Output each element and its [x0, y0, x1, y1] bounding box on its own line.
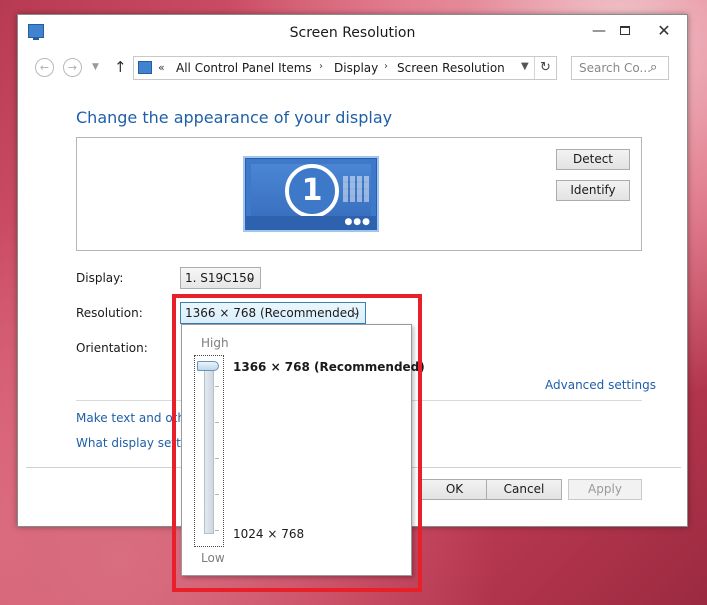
address-dropdown-icon[interactable]: ▼: [521, 61, 529, 72]
breadcrumb-separator[interactable]: ›: [319, 61, 323, 72]
display-select[interactable]: 1. S19C150 ⌄: [180, 267, 261, 289]
maximize-icon: [620, 26, 630, 35]
control-panel-icon: [138, 61, 152, 74]
breadcrumb-display[interactable]: Display: [334, 61, 378, 75]
maximize-button[interactable]: [614, 21, 636, 41]
back-button[interactable]: ←: [35, 58, 54, 77]
window-title: Screen Resolution: [289, 25, 416, 41]
close-button[interactable]: ✕: [644, 21, 684, 41]
ok-button[interactable]: OK: [419, 479, 490, 500]
monitor-number-badge: 1: [285, 164, 339, 218]
monitor-1-tile[interactable]: 1 ●●●: [243, 156, 379, 232]
highlight-annotation-box: [172, 294, 422, 592]
refresh-button[interactable]: ↻: [534, 57, 556, 79]
display-select-value: 1. S19C150: [185, 271, 255, 285]
orientation-label: Orientation:: [76, 341, 148, 355]
search-icon: ⌕: [650, 60, 658, 75]
identify-button[interactable]: Identify: [556, 180, 630, 201]
breadcrumb-all-control-panel-items[interactable]: All Control Panel Items: [176, 61, 312, 75]
detect-button[interactable]: Detect: [556, 149, 630, 170]
advanced-settings-link[interactable]: Advanced settings: [545, 378, 656, 392]
monitor-dots-icon: ●●●: [344, 217, 371, 227]
hidden-crumbs-chevron[interactable]: «: [158, 61, 165, 74]
address-bar[interactable]: « All Control Panel Items › Display › Sc…: [133, 56, 557, 80]
display-label: Display:: [76, 271, 124, 285]
monitor-arrangement-panel: 1 ●●● Detect Identify: [76, 137, 642, 251]
title-bar: Screen Resolution — ✕: [18, 15, 687, 51]
resolution-label: Resolution:: [76, 306, 143, 320]
search-input[interactable]: Search Co... ⌕: [571, 56, 669, 80]
forward-button[interactable]: →: [63, 58, 82, 77]
monitor-grid-icon: [343, 176, 369, 202]
monitor-taskbar: ●●●: [245, 216, 377, 230]
up-button[interactable]: ↑: [114, 58, 127, 76]
search-placeholder: Search Co...: [579, 61, 651, 75]
page-title: Change the appearance of your display: [76, 108, 393, 127]
cancel-button[interactable]: Cancel: [486, 479, 562, 500]
breadcrumb-screen-resolution[interactable]: Screen Resolution: [397, 61, 505, 75]
breadcrumb-separator[interactable]: ›: [384, 61, 388, 72]
apply-button[interactable]: Apply: [568, 479, 642, 500]
chevron-down-icon: ⌄: [246, 272, 255, 283]
recent-locations-dropdown-icon[interactable]: ▼: [92, 62, 99, 72]
minimize-button[interactable]: —: [588, 21, 610, 41]
